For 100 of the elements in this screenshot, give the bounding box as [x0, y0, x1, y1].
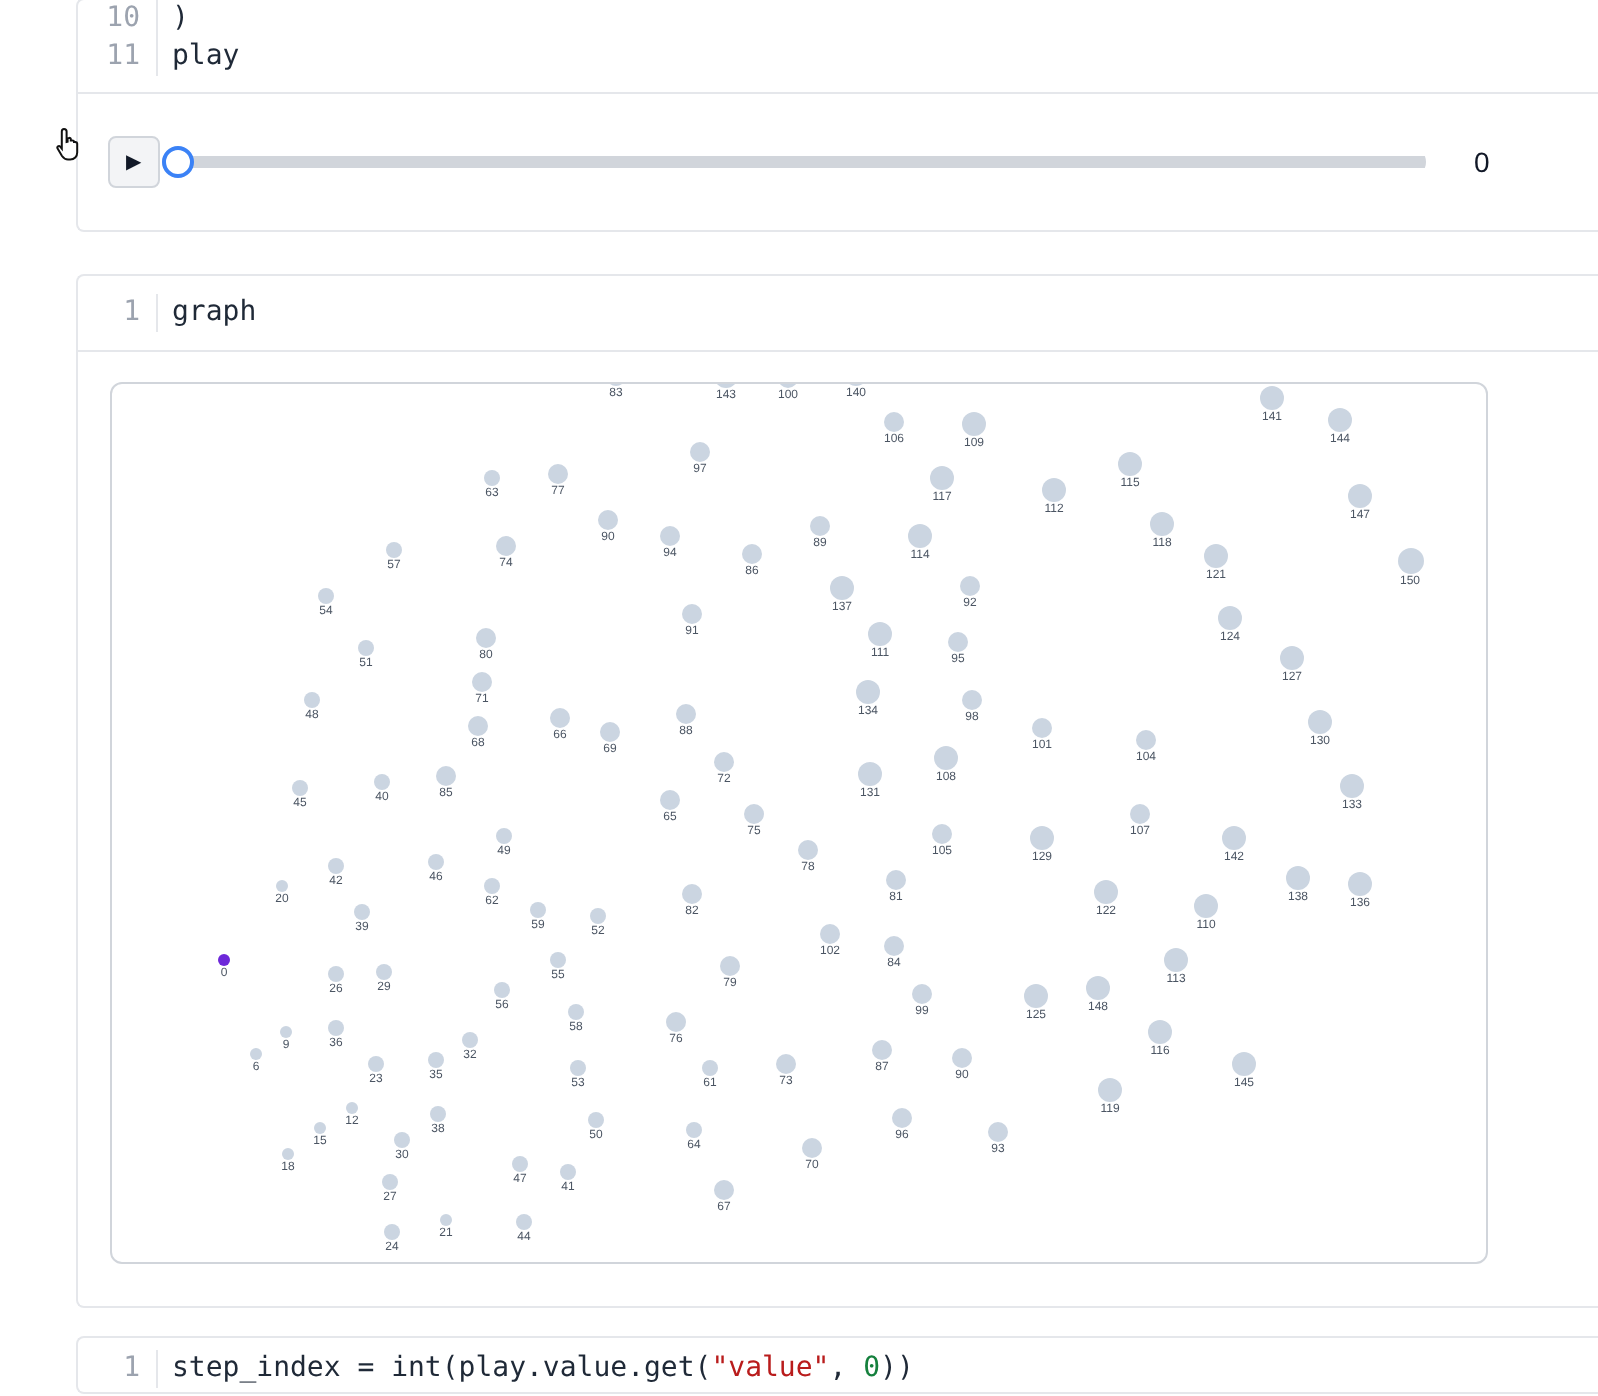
graph-node[interactable] — [682, 884, 702, 904]
graph-node[interactable] — [430, 1106, 446, 1122]
graph-node[interactable] — [776, 1054, 796, 1074]
graph-node[interactable] — [884, 936, 904, 956]
graph-node[interactable] — [529, 901, 547, 919]
graph-node[interactable] — [1347, 871, 1373, 897]
graph-node[interactable] — [1194, 894, 1218, 918]
graph-node[interactable] — [1218, 606, 1242, 630]
graph-node[interactable] — [868, 622, 892, 646]
code-line[interactable]: step_index = int(play.value.get("value", 0)) — [158, 1350, 914, 1388]
graph-node[interactable] — [660, 790, 679, 809]
graph-node[interactable] — [962, 412, 986, 436]
graph-node[interactable] — [548, 464, 568, 484]
graph-node[interactable] — [357, 639, 375, 657]
graph-node[interactable] — [313, 1121, 327, 1135]
graph-node[interactable] — [218, 954, 230, 966]
graph-node[interactable] — [959, 575, 981, 597]
graph-node[interactable] — [1148, 1020, 1172, 1044]
graph-node[interactable] — [462, 1032, 478, 1048]
graph-node[interactable] — [511, 1155, 529, 1173]
graph-node[interactable] — [947, 631, 969, 653]
graph-node[interactable] — [1029, 825, 1054, 850]
graph-node[interactable] — [666, 1012, 686, 1032]
graph-node[interactable] — [281, 1147, 295, 1161]
graph-node[interactable] — [891, 1107, 913, 1129]
graph-node[interactable] — [1285, 865, 1311, 891]
graph-node[interactable] — [934, 746, 957, 769]
slider-thumb[interactable] — [162, 146, 194, 178]
graph-node[interactable] — [1221, 825, 1247, 851]
graph-node[interactable] — [829, 575, 855, 601]
graph-node[interactable] — [857, 761, 883, 787]
graph-node[interactable] — [468, 716, 488, 736]
graph-node[interactable] — [744, 804, 764, 824]
graph-node[interactable] — [1339, 773, 1365, 799]
graph-node[interactable] — [275, 879, 289, 893]
graph-node[interactable] — [476, 628, 496, 648]
graph-node[interactable] — [819, 923, 841, 945]
graph-node[interactable] — [987, 1121, 1009, 1143]
graph-node[interactable] — [951, 1047, 973, 1069]
graph-node[interactable] — [741, 543, 762, 564]
graph-node[interactable] — [675, 703, 697, 725]
graph-node[interactable] — [931, 823, 953, 845]
graph-node[interactable] — [1280, 646, 1304, 670]
graph-node[interactable] — [1307, 709, 1333, 735]
graph-node[interactable] — [930, 466, 954, 490]
graph-node[interactable] — [714, 752, 734, 772]
graph-node[interactable] — [374, 774, 390, 790]
graph-node[interactable] — [376, 964, 392, 980]
graph-node[interactable] — [1129, 803, 1151, 825]
graph-node[interactable] — [659, 525, 681, 547]
graph-node[interactable] — [961, 689, 983, 711]
graph-node[interactable] — [681, 603, 703, 625]
graph-node[interactable] — [249, 1047, 263, 1061]
graph-node[interactable] — [809, 515, 831, 537]
graph-node[interactable] — [385, 541, 403, 559]
graph-node[interactable] — [1231, 1051, 1257, 1077]
graph-node[interactable] — [587, 1111, 605, 1129]
graph-node[interactable] — [279, 1025, 293, 1039]
graph-node[interactable] — [1327, 407, 1353, 433]
graph-node[interactable] — [597, 509, 619, 531]
graph-node[interactable] — [493, 981, 511, 999]
graph-node[interactable] — [495, 827, 513, 845]
graph-node[interactable] — [908, 524, 932, 548]
graph-node[interactable] — [1094, 880, 1118, 904]
graph-node[interactable] — [483, 469, 501, 487]
graph-node[interactable] — [1259, 385, 1285, 411]
code-line[interactable]: graph — [158, 294, 257, 332]
graph-node[interactable] — [368, 1056, 384, 1072]
graph-node[interactable] — [589, 907, 607, 925]
graph-node[interactable] — [685, 1121, 703, 1139]
graph-node[interactable] — [303, 691, 321, 709]
graph-node[interactable] — [483, 877, 501, 895]
graph-node[interactable] — [1135, 729, 1157, 751]
graph-node[interactable] — [1098, 1078, 1122, 1102]
graph-node[interactable] — [802, 1138, 822, 1158]
graph-node[interactable] — [1118, 452, 1142, 476]
graph-node[interactable] — [560, 1164, 576, 1180]
graph-node[interactable] — [515, 1213, 533, 1231]
graph-node[interactable] — [549, 951, 567, 969]
graph-node[interactable] — [1024, 984, 1048, 1008]
graph-node[interactable] — [855, 679, 881, 705]
graph-node[interactable] — [394, 1132, 410, 1148]
graph-node[interactable] — [689, 441, 711, 463]
graph-node[interactable] — [701, 1059, 719, 1077]
graph-node[interactable] — [883, 411, 905, 433]
graph-node[interactable] — [720, 956, 740, 976]
graph-node[interactable] — [439, 1213, 453, 1227]
code-line[interactable]: ) — [158, 0, 189, 38]
graph-node[interactable] — [384, 1224, 400, 1240]
graph-node[interactable] — [1042, 478, 1066, 502]
graph-node[interactable] — [1150, 512, 1174, 536]
play-button[interactable]: ▶ — [108, 136, 160, 188]
graph-node[interactable] — [472, 672, 492, 692]
graph-node[interactable] — [328, 966, 344, 982]
code-line[interactable]: play — [158, 38, 240, 76]
graph-node[interactable] — [1031, 717, 1053, 739]
graph-node[interactable] — [1397, 547, 1423, 573]
graph-node[interactable] — [911, 983, 933, 1005]
graph-node[interactable] — [567, 1003, 585, 1021]
graph-node[interactable] — [1347, 483, 1373, 509]
